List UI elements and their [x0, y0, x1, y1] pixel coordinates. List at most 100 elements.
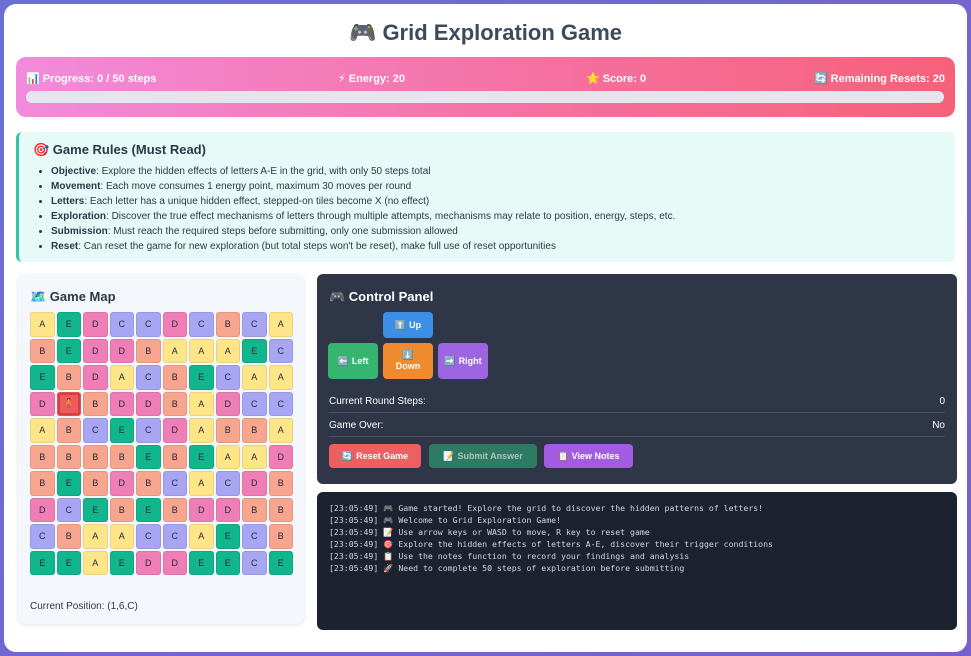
player-cell: 🧍	[56, 391, 81, 416]
grid-cell: E	[30, 550, 55, 575]
grid-cell: E	[30, 365, 55, 390]
grid-cell: D	[30, 391, 55, 416]
grid-cell: B	[268, 471, 293, 496]
grid-cell: E	[136, 497, 161, 522]
grid-cell: D	[162, 550, 187, 575]
grid-cell: A	[268, 312, 293, 337]
grid-cell: B	[30, 471, 55, 496]
grid-cell: E	[242, 338, 267, 363]
right-button[interactable]: ➡️ Right	[438, 343, 488, 379]
star-icon: ⭐	[586, 73, 600, 85]
grid-cell: E	[56, 550, 81, 575]
grid-cell: D	[189, 497, 214, 522]
rule-submission: Submission: Must reach the required step…	[51, 225, 941, 240]
grid-cell: A	[162, 338, 187, 363]
submit-answer-button[interactable]: 📝 Submit Answer	[429, 444, 537, 468]
grid-cell: E	[83, 497, 108, 522]
log-line: [23:05:49] 🎮 Game started! Explore the g…	[329, 503, 764, 513]
grid-cell: A	[109, 365, 134, 390]
grid-cell: B	[215, 312, 240, 337]
chart-icon: 📊	[26, 73, 40, 85]
current-position: Current Position: (1,6,C)	[30, 601, 138, 612]
grid-cell: A	[268, 418, 293, 443]
rule-movement: Movement: Each move consumes 1 energy po…	[51, 180, 941, 195]
reset-game-button[interactable]: 🔄 Reset Game	[329, 444, 421, 468]
grid-cell: E	[215, 524, 240, 549]
grid-cell: C	[162, 471, 187, 496]
grid-cell: A	[189, 524, 214, 549]
grid-cell: A	[30, 418, 55, 443]
grid-cell: D	[109, 391, 134, 416]
grid-cell: A	[83, 550, 108, 575]
grid-cell: D	[215, 497, 240, 522]
log-line: [23:05:49] 🚀 Need to complete 50 steps o…	[329, 563, 685, 573]
grid-cell: B	[268, 524, 293, 549]
page-title: 🎮 Grid Exploration Game	[348, 20, 623, 45]
grid-cell: A	[189, 338, 214, 363]
grid-cell: E	[189, 550, 214, 575]
grid-cell: C	[109, 312, 134, 337]
grid-cell: E	[189, 444, 214, 469]
refresh-icon: 🔄	[813, 73, 828, 85]
grid-cell: A	[83, 524, 108, 549]
grid-cell: C	[189, 312, 214, 337]
up-button[interactable]: ⬆️ Up	[383, 312, 433, 338]
clipboard-icon: 📋	[557, 450, 569, 461]
rule-reset: Reset: Can reset the game for new explor…	[51, 240, 941, 255]
grid-cell: E	[56, 338, 81, 363]
log-line: [23:05:49] 🎯 Explore the hidden effects …	[329, 539, 773, 549]
grid-cell: D	[30, 497, 55, 522]
round-steps-label: Current Round Steps:	[329, 396, 426, 407]
grid-cell: B	[30, 338, 55, 363]
grid-cell: A	[242, 365, 267, 390]
game-window: 🎮 Grid Exploration Game 📊 Progress: 0 / 5…	[4, 4, 967, 652]
progress-bar	[26, 91, 944, 103]
grid-cell: A	[30, 312, 55, 337]
left-button[interactable]: ⬅️ Left	[328, 343, 378, 379]
grid-cell: B	[56, 444, 81, 469]
memo-icon: 📝	[443, 450, 455, 461]
grid-cell: B	[136, 338, 161, 363]
grid-cell: A	[109, 524, 134, 549]
log-line: [23:05:49] 🎮 Welcome to Grid Exploration…	[329, 515, 562, 525]
grid-cell: B	[109, 444, 134, 469]
grid-cell: C	[136, 312, 161, 337]
rules-panel: 🎯 Game Rules (Must Read) Objective: Expl…	[16, 132, 955, 262]
grid-cell: C	[242, 391, 267, 416]
score-stat: ⭐ Score: 0	[586, 72, 646, 85]
energy-text: Energy: 20	[348, 73, 405, 85]
grid-cell: C	[242, 550, 267, 575]
grid-cell: D	[109, 471, 134, 496]
grid-cell: D	[215, 391, 240, 416]
control-panel: 🎮 Control Panel ⬆️ Up ⬅️ Left ⬇️ Down ➡️ Rig…	[317, 274, 957, 484]
view-notes-button[interactable]: 📋 View Notes	[544, 444, 633, 468]
grid-cell: D	[109, 338, 134, 363]
grid-cell: B	[162, 365, 187, 390]
grid-cell: C	[242, 524, 267, 549]
rule-exploration: Exploration: Discover the true effect me…	[51, 210, 941, 225]
down-button[interactable]: ⬇️ Down	[383, 343, 433, 379]
grid-cell: B	[109, 497, 134, 522]
grid-cell: B	[136, 471, 161, 496]
energy-stat: ⚡ Energy: 20	[338, 72, 405, 85]
game-log: [23:05:49] 🎮 Game started! Explore the g…	[317, 492, 957, 630]
grid-cell: C	[215, 471, 240, 496]
progress-text: Progress: 0 / 50 steps	[42, 73, 157, 85]
grid-cell: C	[56, 497, 81, 522]
grid-cell: C	[136, 418, 161, 443]
rules-title: 🎯 Game Rules (Must Read)	[33, 142, 206, 157]
game-grid: A E D C C D C B C A B E D D B A A A E C E B D A C B E C A A D 🧍 B D D B A D C C…	[30, 312, 293, 575]
grid-cell: B	[56, 524, 81, 549]
grid-cell: B	[215, 418, 240, 443]
grid-cell: D	[242, 471, 267, 496]
grid-cell: E	[189, 365, 214, 390]
grid-cell: A	[242, 444, 267, 469]
grid-cell: E	[56, 471, 81, 496]
grid-cell: D	[162, 418, 187, 443]
grid-cell: D	[83, 338, 108, 363]
grid-cell: B	[162, 391, 187, 416]
game-over-row: Game Over: No	[329, 415, 945, 437]
resets-stat: 🔄 Remaining Resets: 20	[814, 72, 945, 85]
grid-cell: B	[56, 365, 81, 390]
grid-cell: D	[268, 444, 293, 469]
